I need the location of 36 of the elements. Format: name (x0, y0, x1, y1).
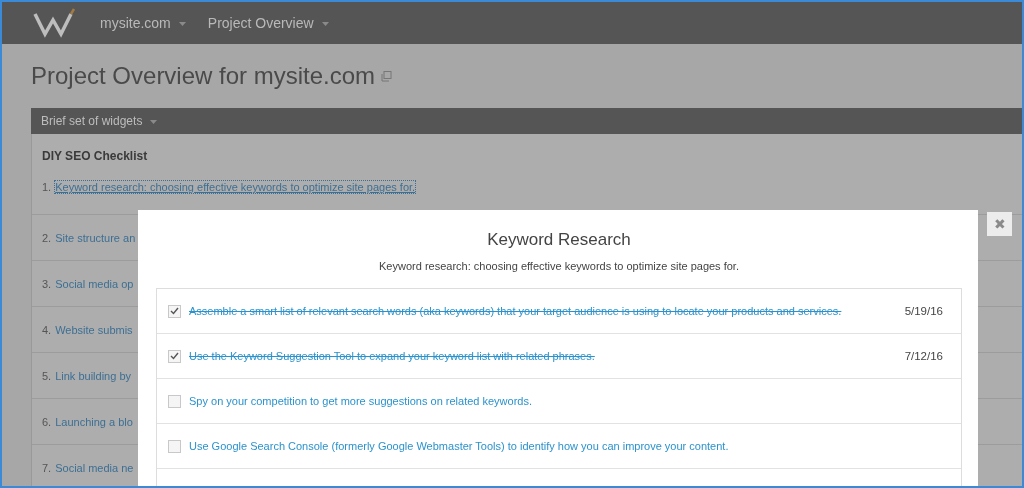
checkbox[interactable] (168, 349, 181, 363)
checklist-link[interactable]: Website submis (55, 323, 133, 336)
widget-set-menu[interactable]: Brief set of widgets (41, 114, 158, 128)
item-number: 1. (42, 181, 52, 193)
checklist-link[interactable]: Launching a blo (55, 415, 133, 428)
item-number: 3. (42, 277, 52, 290)
checkbox[interactable] (168, 304, 181, 318)
checklist-link[interactable]: Social media ne (55, 461, 134, 474)
close-button[interactable]: ✖ (987, 212, 1012, 236)
caret-icon (178, 22, 186, 27)
caret-icon (321, 22, 329, 27)
item-number: 4. (42, 323, 52, 336)
item-number: 6. (42, 415, 52, 428)
item-number: 5. (42, 369, 52, 382)
task-link[interactable]: Spy on your competition to get more suggestions on related keywords. (189, 395, 943, 407)
checklist-link[interactable]: Keyword research: choosing effective keywords to optimize site pages for. (55, 181, 416, 193)
item-number: 7. (42, 461, 52, 474)
checklist-link[interactable]: Social media op (55, 277, 134, 290)
completion-date: 5/19/16 (904, 305, 943, 317)
page-title: Project Overview for mysite.com (31, 62, 376, 90)
checklist-link[interactable]: Site structure an (55, 231, 136, 244)
checkbox[interactable] (168, 439, 181, 453)
checkbox[interactable] (168, 394, 181, 408)
modal-subtitle: Keyword research: choosing effective keywords to optimize site pages for. (378, 260, 740, 272)
task-link[interactable]: Assemble a smart list of relevant search words (aka keywords) that your target audience is using to locate your products and services. (189, 305, 905, 317)
task-link[interactable]: Use the Keyword Suggestion Tool to expand your keyword list with related phrases. (189, 350, 905, 362)
caret-icon (150, 119, 158, 124)
checklist-link[interactable]: Link building by (55, 369, 132, 382)
item-number: 2. (42, 231, 52, 244)
checklist-title: DIY SEO Checklist (41, 148, 149, 165)
site-menu[interactable]: mysite.com (100, 15, 186, 31)
completion-date: 7/12/16 (904, 350, 943, 362)
logo-icon[interactable] (32, 8, 78, 38)
modal-title: Keyword Research (486, 230, 632, 250)
page-menu[interactable]: Project Overview (207, 15, 329, 31)
task-link[interactable]: Use Google Search Console (formerly Google Webmaster Tools) to identify how you can improve your content. (189, 440, 943, 452)
